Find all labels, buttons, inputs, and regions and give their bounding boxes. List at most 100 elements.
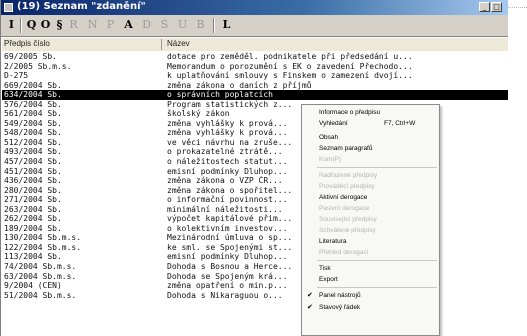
menu-item-label: Schválené předpisy <box>319 227 376 234</box>
menu-item[interactable]: Seznam paragrafů <box>302 144 439 154</box>
toolbar-button-s[interactable]: S <box>157 18 172 32</box>
toolbar-separator <box>213 18 215 33</box>
menu-item-label: Tisk <box>319 265 331 272</box>
menu-item-label: Kom(P) <box>319 156 342 163</box>
document-number: 262/2004 Sb. <box>4 214 62 224</box>
menu-item[interactable]: Vyhledání F7, Ctrl+W <box>302 119 439 129</box>
toolbar-button-contents[interactable]: O <box>38 18 53 32</box>
menu-item[interactable]: Aktivní derogace <box>302 193 439 203</box>
document-number: 576/2004 Sb. <box>4 99 62 109</box>
document-number: 549/2004 Sb. <box>4 118 62 128</box>
menu-separator <box>317 260 437 261</box>
document-number: 63/2004 Sb.m.s. <box>4 271 77 281</box>
menu-item-shortcut: F7, Ctrl+W <box>384 120 416 127</box>
menu-item[interactable]: Export <box>302 275 439 285</box>
document-title: o správních poplatcích <box>167 90 273 100</box>
toolbar-separator <box>20 18 22 33</box>
menu-item[interactable]: ✔ Panel nástrojů <box>302 291 439 301</box>
menu-item[interactable]: Literatura <box>302 237 439 247</box>
toolbar-button-p[interactable]: P <box>103 18 118 32</box>
menu-item-label: Stavový řádek <box>319 304 361 311</box>
menu-item-label: Související předpisy <box>319 216 377 223</box>
menu-item[interactable]: ✔ Stavový řádek <box>302 303 439 313</box>
toolbar-button-paragraphs[interactable]: § <box>52 18 67 32</box>
toolbar: I Q O § R N P A D S U B L <box>1 15 508 37</box>
toolbar-button-b[interactable]: B <box>193 18 208 32</box>
toolbar-button-a[interactable]: A <box>121 18 136 32</box>
table-row[interactable]: D-275 k uplatňování smlouvy s Finskem o z… <box>2 71 508 81</box>
menu-item[interactable]: Informace o předpisu <box>302 108 439 118</box>
toolbar-button-info[interactable]: I <box>4 18 19 32</box>
minimize-icon[interactable]: _ <box>479 2 490 12</box>
maximize-icon[interactable]: □ <box>491 2 502 12</box>
menu-item-label: Aktivní derogace <box>319 194 368 201</box>
menu-item[interactable]: Prováděcí předpisy <box>302 182 439 192</box>
column-header-name[interactable]: Název <box>167 39 190 48</box>
title-bar[interactable]: (19) Seznam "zdanění" _ □ <box>1 0 508 15</box>
document-number: 9/2004 (CEN) <box>4 281 62 291</box>
menu-item-label: Seznam paragrafů <box>319 145 373 152</box>
document-title: změna zákona o daních z příjmů <box>167 80 312 90</box>
menu-item-label: Prováděcí předpisy <box>319 183 375 190</box>
menu-item-label: Obsah <box>319 134 339 141</box>
toolbar-button-l[interactable]: L <box>219 18 234 32</box>
table-row[interactable]: 634/2004 Sb. o správních poplatcích <box>2 90 508 100</box>
menu-item[interactable]: Pasivní derogace <box>302 204 439 214</box>
menu-item-label: Export <box>319 276 338 283</box>
document-number: 548/2004 Sb. <box>4 128 62 138</box>
document-number: 2/2005 Sb.m.s. <box>4 61 72 71</box>
menu-item[interactable]: Přehled derogací <box>302 248 439 258</box>
menu-item-label: Informace o předpisu <box>319 109 381 116</box>
menu-item[interactable]: Kom(P) <box>302 155 439 165</box>
document-number: 561/2004 Sb. <box>4 109 62 119</box>
menu-item-label: Nadřazené předpisy <box>319 172 378 179</box>
document-number: 436/2004 Sb. <box>4 176 62 186</box>
document-number: 122/2004 Sb.m.s. <box>4 242 82 252</box>
window-title: (19) Seznam "zdanění" <box>17 1 146 12</box>
toolbar-button-r[interactable]: R <box>66 18 81 32</box>
document-number: D-275 <box>4 71 29 81</box>
table-row[interactable]: 669/2004 Sb. změna zákona o daních z příj… <box>2 81 508 91</box>
document-number: 130/2004 Sb.m.s. <box>4 233 82 243</box>
document-number: 634/2004 Sb. <box>4 90 62 100</box>
document-number: 271/2004 Sb. <box>4 195 62 205</box>
document-title: k uplatňování smlouvy s Finskem o zameze… <box>167 71 413 81</box>
document-title: dotace pro zeměděl. podnikatele při před… <box>167 52 413 61</box>
document-number: 457/2004 Sb. <box>4 157 62 167</box>
menu-item-label: Vyhledání <box>319 120 348 127</box>
menu-item-label: Panel nástrojů <box>319 292 361 299</box>
document-number: 493/2004 Sb. <box>4 147 62 157</box>
menu-item[interactable]: Schválené předpisy <box>302 226 439 236</box>
menu-item-label: Pasivní derogace <box>319 205 370 212</box>
table-header: Předpis číslo Název <box>2 38 508 51</box>
menu-item[interactable]: Obsah <box>302 133 439 143</box>
toolbar-button-search[interactable]: Q <box>24 18 39 32</box>
check-icon: ✔ <box>307 304 313 311</box>
divider <box>508 7 527 8</box>
document-number: 74/2004 Sb.m.s. <box>4 262 77 272</box>
menu-item[interactable]: Související předpisy <box>302 215 439 225</box>
toolbar-button-d[interactable]: D <box>139 18 154 32</box>
document-number: 263/2004 Sb. <box>4 204 62 214</box>
context-menu: Informace o předpisu Vyhledání F7, Ctrl+W O… <box>301 104 440 336</box>
table-row[interactable]: 2/2005 Sb.m.s. Memorandum o porozumění s … <box>2 62 508 72</box>
menu-separator <box>317 287 437 288</box>
toolbar-button-u[interactable]: U <box>175 18 190 32</box>
menu-item[interactable]: Nadřazené předpisy <box>302 171 439 181</box>
document-number: 512/2004 Sb. <box>4 137 62 147</box>
check-icon: ✔ <box>307 292 313 299</box>
toolbar-button-n[interactable]: N <box>85 18 100 32</box>
menu-item[interactable]: Tisk <box>302 264 439 274</box>
document-number: 669/2004 Sb. <box>4 80 62 90</box>
document-number: 280/2004 Sb. <box>4 185 62 195</box>
document-title: Memorandum o porozumění s EK o zavedení … <box>167 61 413 71</box>
column-header-number[interactable]: Předpis číslo <box>4 39 162 50</box>
menu-item-label: Přehled derogací <box>319 249 369 256</box>
document-number: 113/2004 Sb. <box>4 252 62 262</box>
table-row[interactable]: 69/2005 Sb. dotace pro zeměděl. podnikate… <box>2 52 508 62</box>
app-icon[interactable] <box>4 3 13 12</box>
document-number: 69/2005 Sb. <box>4 52 57 61</box>
menu-item-label: Literatura <box>319 238 347 245</box>
document-number: 51/2004 Sb.m.s. <box>4 290 77 300</box>
menu-separator <box>317 167 437 168</box>
